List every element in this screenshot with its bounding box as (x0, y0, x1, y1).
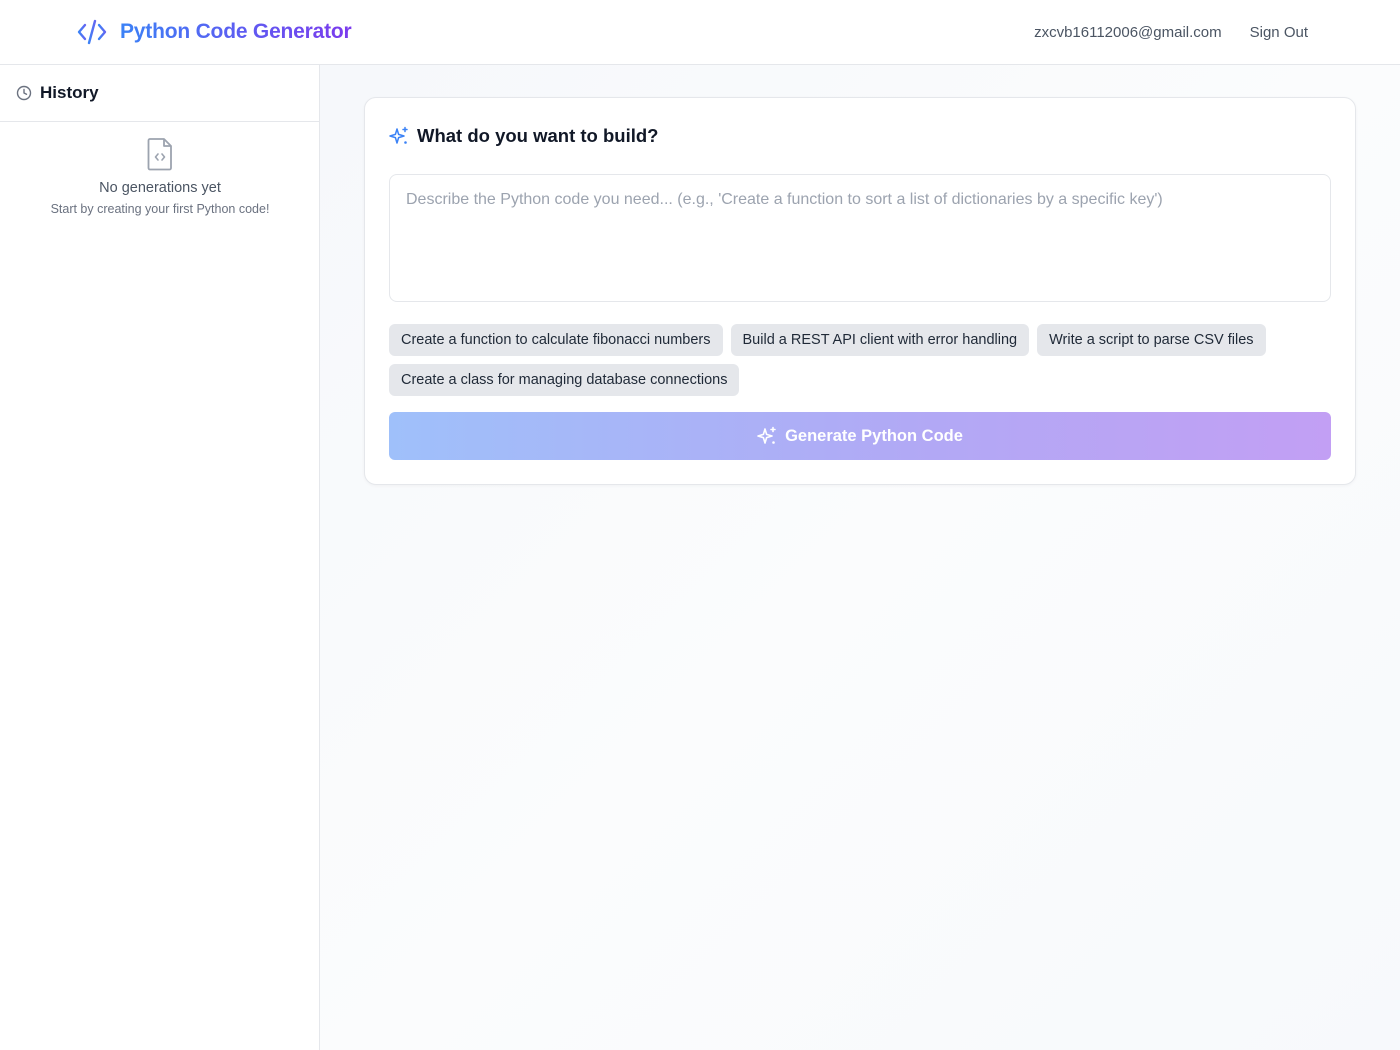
suggestion-chip[interactable]: Write a script to parse CSV files (1037, 324, 1266, 356)
card-header: What do you want to build? (389, 125, 659, 147)
prompt-input[interactable] (389, 174, 1331, 302)
main-area: What do you want to build? Create a func… (320, 65, 1400, 1050)
history-empty-state: No generations yet Start by creating you… (0, 137, 320, 216)
generate-label: Generate Python Code (785, 426, 963, 445)
card-title: What do you want to build? (417, 125, 659, 146)
suggestion-chip[interactable]: Build a REST API client with error handl… (730, 324, 1030, 356)
code-icon (77, 19, 107, 45)
sign-out-button[interactable]: Sign Out (1250, 24, 1308, 41)
empty-title: No generations yet (99, 180, 221, 196)
sparkles-icon (389, 126, 408, 144)
history-title: History (40, 83, 99, 102)
brand-title: Python Code Generator (120, 20, 352, 43)
suggestion-list: Create a function to calculate fibonacci… (389, 324, 1333, 396)
generate-button[interactable]: Generate Python Code (389, 412, 1331, 460)
brand[interactable]: Python Code Generator (76, 17, 352, 47)
top-header: Python Code Generator zxcvb16112006@gmai… (0, 0, 1400, 65)
history-sidebar: History No generations yet Start by crea… (0, 65, 320, 1050)
build-card: What do you want to build? Create a func… (364, 97, 1356, 485)
file-code-icon (147, 138, 172, 171)
suggestion-chip[interactable]: Create a class for managing database con… (389, 364, 740, 396)
sparkles-icon (757, 426, 776, 444)
empty-subtitle: Start by creating your first Python code… (50, 202, 270, 216)
suggestion-chip[interactable]: Create a function to calculate fibonacci… (389, 324, 723, 356)
header-user-area: zxcvb16112006@gmail.com Sign Out (1034, 20, 1308, 44)
clock-icon (16, 85, 32, 101)
user-email: zxcvb16112006@gmail.com (1034, 23, 1222, 41)
history-header: History (0, 65, 319, 122)
